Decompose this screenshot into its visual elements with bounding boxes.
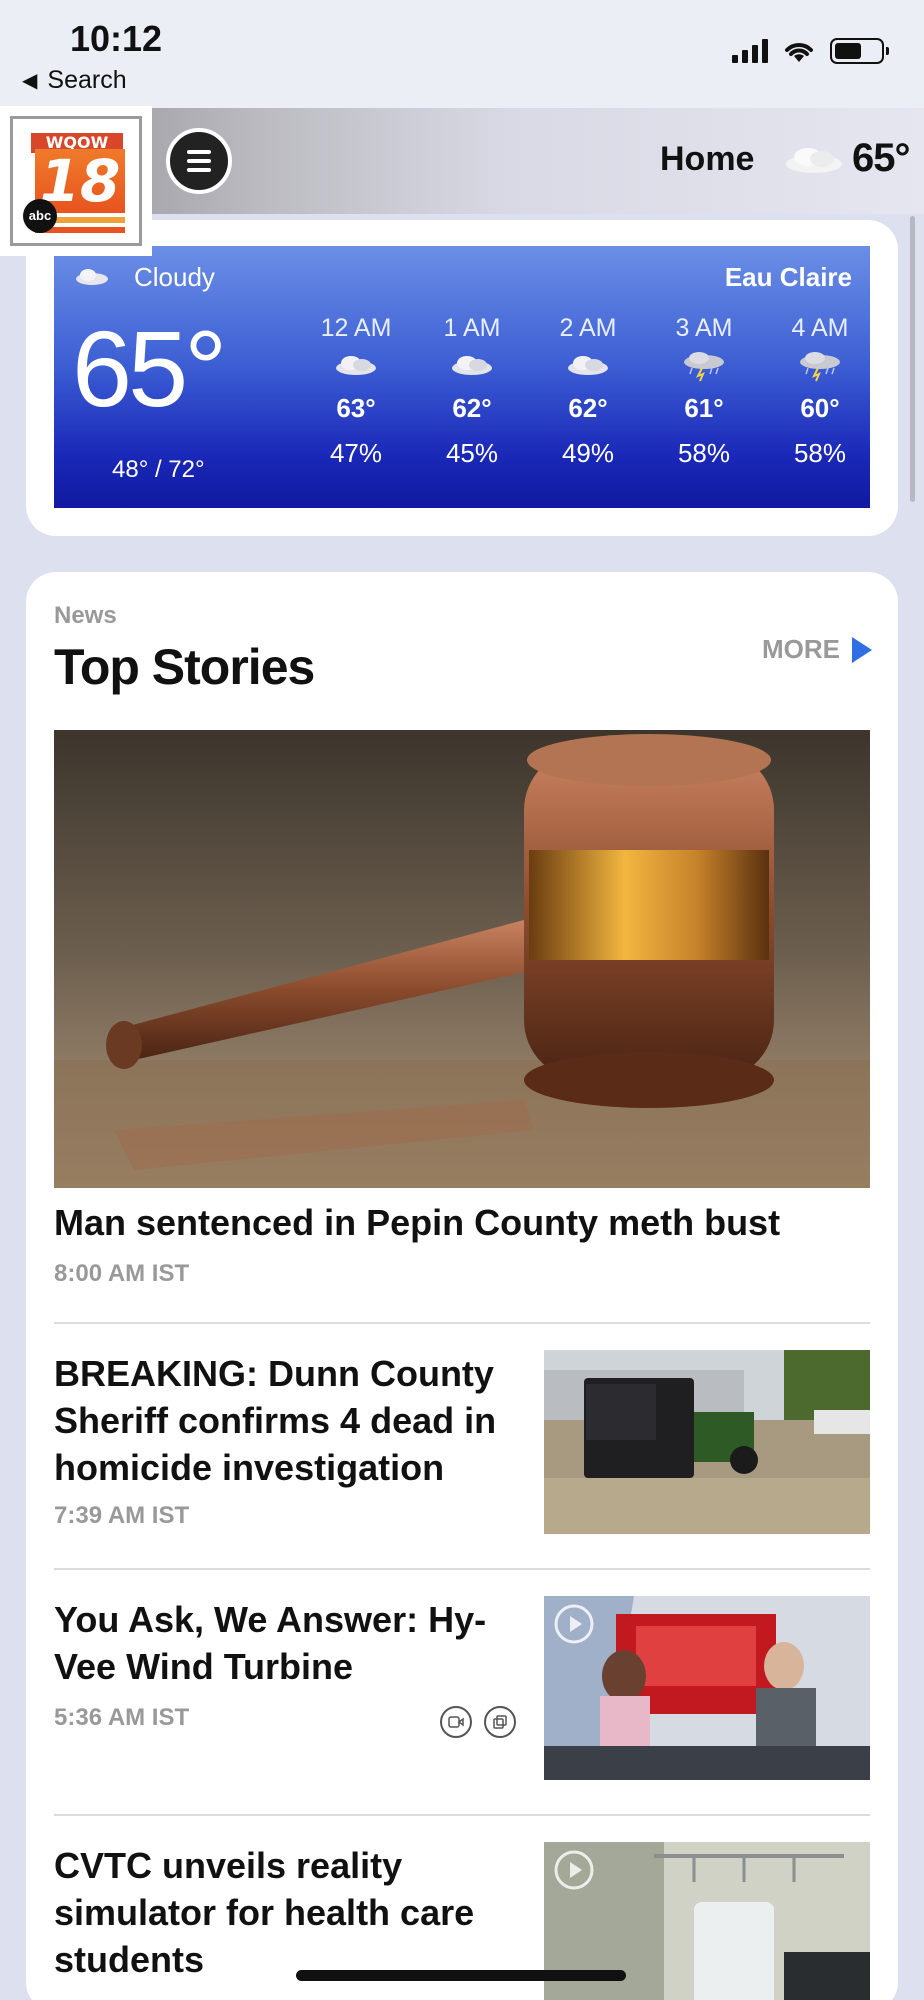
back-to-search-link[interactable]: ◀ Search — [22, 66, 127, 95]
hour-precip: 58% — [677, 438, 731, 468]
status-bar: 10:12 ◀ Search — [0, 0, 924, 108]
hour-temp: 63° — [336, 393, 376, 423]
current-temperature: 65° — [72, 308, 227, 429]
story-time: 5:36 AM IST — [54, 1704, 190, 1731]
divider — [54, 1322, 870, 1324]
story-thumbnail[interactable] — [544, 1350, 870, 1534]
hour-temp: 62° — [568, 393, 608, 423]
thunderstorm-icon — [762, 343, 878, 389]
hourly-forecast-item: 4 AM 60° 58% — [762, 314, 878, 469]
gallery-icon — [484, 1706, 516, 1738]
hourly-forecast-item: 1 AM 62° 45% — [414, 314, 530, 469]
home-indicator[interactable] — [296, 1970, 626, 1981]
story-time: 7:39 AM IST — [54, 1502, 190, 1529]
cloud-icon — [786, 148, 842, 173]
hourly-forecast-item: 12 AM 63° 47% — [298, 314, 414, 469]
status-icons — [732, 38, 889, 64]
divider — [54, 1568, 870, 1570]
scrollbar[interactable] — [910, 216, 915, 502]
back-arrow-icon: ◀ — [22, 70, 38, 92]
battery-icon — [830, 38, 889, 64]
cellular-signal-icon — [732, 39, 768, 63]
hourly-forecast: 12 AM 63° 47% 1 AM 62° 45% 2 AM 62° 49% … — [298, 314, 878, 469]
hourly-forecast-item: 2 AM 62° 49% — [530, 314, 646, 469]
cloud-icon — [414, 343, 530, 389]
cloud-icon — [298, 343, 414, 389]
top-stories-card: News Top Stories MORE Man sentenced in P… — [26, 572, 898, 2000]
section-title: Top Stories — [54, 639, 315, 695]
hour-temp: 60° — [800, 393, 840, 423]
clock: 10:12 — [70, 18, 163, 59]
play-arrow-icon — [852, 636, 872, 663]
divider — [54, 1814, 870, 1816]
story-thumbnail[interactable] — [544, 1596, 870, 1780]
hamburger-menu-button[interactable] — [166, 128, 232, 194]
hour-precip: 49% — [561, 438, 615, 468]
high-low-temperature: 48° / 72° — [112, 456, 205, 483]
hourly-forecast-item: 3 AM 61° 58% — [646, 314, 762, 469]
abc-network-badge: abc — [23, 199, 57, 233]
back-label: Search — [47, 66, 127, 94]
story-title[interactable]: CVTC unveils reality simulator for healt… — [54, 1842, 524, 1983]
hour-time: 3 AM — [675, 314, 733, 342]
cloudy-icon — [76, 269, 108, 285]
weather-panel: Cloudy Eau Claire 65° 48° / 72° 12 AM 63… — [54, 246, 870, 508]
wifi-icon — [785, 43, 813, 62]
hour-temp: 61° — [684, 393, 724, 423]
home-nav-label[interactable]: Home — [660, 140, 754, 179]
weather-condition: Cloudy — [134, 262, 215, 292]
hour-precip: 45% — [445, 438, 499, 468]
hour-precip: 47% — [329, 438, 383, 468]
header-temperature[interactable]: 65° — [852, 136, 910, 181]
hour-precip: 58% — [793, 438, 847, 468]
hour-time: 12 AM — [320, 314, 392, 342]
media-type-icons — [440, 1706, 516, 1738]
cloud-icon — [530, 343, 646, 389]
thunderstorm-icon — [646, 343, 762, 389]
hour-time: 2 AM — [559, 314, 617, 342]
story-list-item[interactable]: BREAKING: Dunn County Sheriff confirms 4… — [54, 1350, 870, 1540]
weather-card[interactable]: Cloudy Eau Claire 65° 48° / 72° 12 AM 63… — [26, 220, 898, 536]
hero-story-image[interactable] — [54, 730, 870, 1188]
video-icon — [440, 1706, 472, 1738]
more-button[interactable]: MORE — [762, 634, 872, 665]
weather-city: Eau Claire — [724, 262, 852, 292]
hero-story-title[interactable]: Man sentenced in Pepin County meth bust — [54, 1202, 780, 1244]
station-logo[interactable]: WQOW 18 abc — [0, 106, 152, 256]
hour-temp: 62° — [452, 393, 492, 423]
hour-time: 1 AM — [443, 314, 501, 342]
story-list-item[interactable]: You Ask, We Answer: Hy-Vee Wind Turbine … — [54, 1596, 870, 1786]
story-title[interactable]: You Ask, We Answer: Hy-Vee Wind Turbine — [54, 1596, 524, 1690]
hour-time: 4 AM — [791, 314, 849, 342]
more-label: MORE — [762, 634, 840, 664]
hero-story-time: 8:00 AM IST — [54, 1260, 190, 1287]
story-title[interactable]: BREAKING: Dunn County Sheriff confirms 4… — [54, 1350, 524, 1491]
section-kicker: News — [54, 602, 117, 629]
